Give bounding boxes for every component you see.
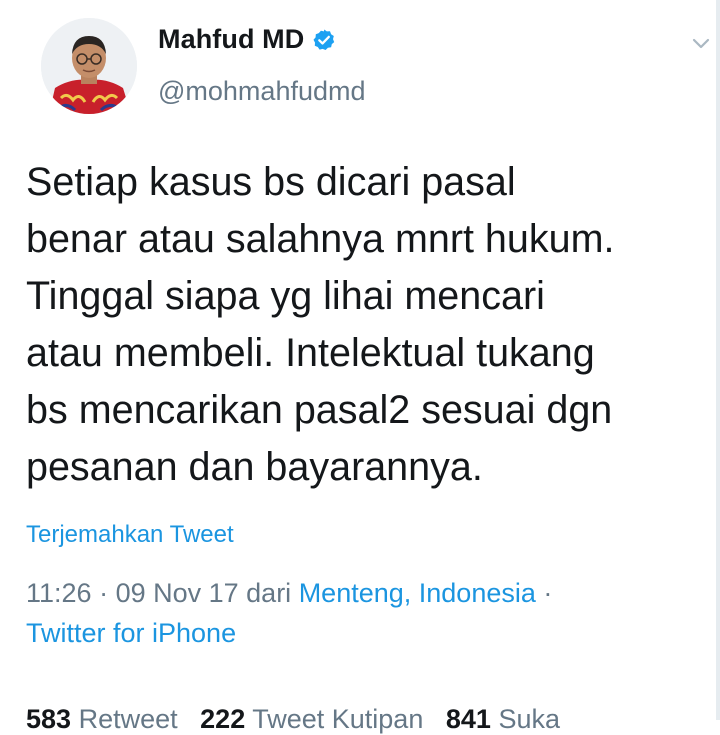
tweet-text: Setiap kasus bs dicari pasal benar atau …	[26, 160, 615, 489]
from-label: dari	[238, 578, 299, 608]
frame-edge	[716, 0, 720, 720]
user-handle[interactable]: @mohmahfudmd	[158, 76, 366, 107]
quote-label[interactable]: Tweet Kutipan	[252, 704, 423, 734]
quote-count[interactable]: 222	[200, 704, 245, 734]
retweet-count[interactable]: 583	[26, 704, 71, 734]
tweet-metadata: 11:26 · 09 Nov 17 dari Menteng, Indonesi…	[26, 573, 706, 653]
meta-separator: ·	[91, 578, 116, 608]
avatar[interactable]	[41, 18, 137, 114]
tweet-time[interactable]: 11:26	[26, 578, 92, 608]
meta-separator: ·	[535, 578, 553, 608]
tweet-source-link[interactable]: Twitter for iPhone	[26, 618, 236, 648]
verified-badge-icon	[312, 28, 336, 52]
retweet-label[interactable]: Retweet	[79, 704, 178, 734]
tweet-location-link[interactable]: Menteng, Indonesia	[299, 578, 536, 608]
translate-tweet-link[interactable]: Terjemahkan Tweet	[26, 521, 234, 549]
author-name-row: Mahfud MD	[158, 24, 336, 55]
chevron-down-icon[interactable]	[690, 32, 712, 54]
tweet-card: Mahfud MD @mohmahfudmd Setiap kasus bs d…	[0, 0, 720, 734]
like-label[interactable]: Suka	[498, 704, 560, 734]
avatar-image	[41, 18, 137, 114]
tweet-date[interactable]: 09 Nov 17	[116, 578, 239, 608]
display-name[interactable]: Mahfud MD	[158, 24, 304, 55]
like-count[interactable]: 841	[446, 704, 491, 734]
